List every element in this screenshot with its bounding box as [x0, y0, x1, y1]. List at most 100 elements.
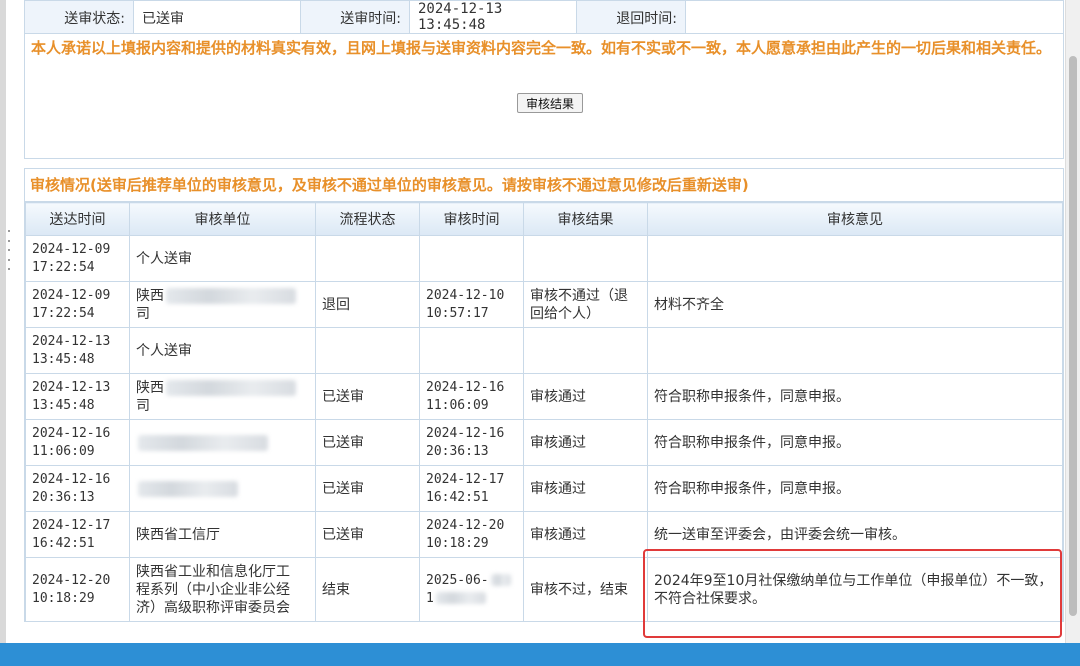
- send-time-label: 送审时间:: [300, 0, 410, 36]
- cell-review-time: 2024-12-10 10:57:17: [419, 281, 524, 328]
- submission-info-table: 送审状态: 已送审 送审时间: 2024-12-13 13:45:48 退回时间:: [24, 0, 1064, 36]
- cell-status: 已送审: [315, 465, 420, 512]
- unit-text-line2: 司: [136, 397, 150, 414]
- review-clock: 1: [426, 590, 434, 606]
- redacted-blur: [138, 480, 238, 497]
- vertical-scrollbar[interactable]: [1065, 0, 1080, 643]
- return-time-label: 退回时间:: [576, 0, 686, 36]
- cell-result: 审核通过: [523, 419, 648, 466]
- cell-unit: 陕西司: [129, 281, 316, 328]
- cell-arrive-time: 2024-12-13 13:45:48: [25, 373, 130, 420]
- unit-text: 个人送审: [136, 342, 192, 359]
- page-frame: 送审状态: 已送审 送审时间: 2024-12-13 13:45:48 退回时间:…: [0, 0, 1072, 643]
- cell-review-time: 2024-12-17 16:42:51: [419, 465, 524, 512]
- arrive-clock: 17:22:54: [32, 259, 95, 275]
- review-table-header: 送达时间 审核单位 流程状态 审核时间 审核结果 审核意见: [25, 202, 1063, 236]
- cell-unit: 陕西司: [129, 373, 316, 420]
- arrive-clock: 13:45:48: [32, 351, 95, 367]
- table-row: 2024-12-13 13:45:48 陕西司 已送审 2024-12-16 11:…: [25, 373, 1063, 420]
- resize-handle[interactable]: [6, 230, 12, 270]
- header-arrive-time: 送达时间: [25, 202, 130, 236]
- header-review-unit: 审核单位: [129, 202, 316, 236]
- review-clock: 20:36:13: [426, 443, 489, 459]
- redacted-blur: [138, 434, 268, 451]
- cell-result: 审核不过，结束: [523, 557, 648, 622]
- redacted-blur: [490, 574, 511, 586]
- review-date: 2024-12-20: [426, 517, 505, 533]
- cell-unit: 陕西省工信厅: [129, 511, 316, 558]
- cell-result: [523, 327, 648, 374]
- arrive-date: 2024-12-13: [32, 333, 111, 349]
- cell-status: [315, 327, 420, 374]
- cell-opinion: 材料不齐全: [647, 281, 1063, 328]
- send-time-clock: 13:45:48: [418, 17, 486, 33]
- cell-review-time: [419, 327, 524, 374]
- cell-status: 已送审: [315, 419, 420, 466]
- table-row: 2024-12-13 13:45:48 个人送审: [25, 327, 1063, 374]
- cell-arrive-time: 2024-12-13 13:45:48: [25, 327, 130, 374]
- arrive-clock: 17:22:54: [32, 305, 95, 321]
- promise-text: 本人承诺以上填报内容和提供的材料真实有效，且网上填报与送审资料内容完全一致。如有…: [31, 39, 1052, 57]
- header-review-time: 审核时间: [419, 202, 524, 236]
- cell-opinion: 符合职称申报条件，同意申报。: [647, 419, 1063, 466]
- cell-arrive-time: 2024-12-20 10:18:29: [25, 557, 130, 622]
- cell-result: 审核不通过（退回给个人）: [523, 281, 648, 328]
- cell-opinion: [647, 327, 1063, 374]
- cell-unit: 陕西省工业和信息化厅工 程系列（中小企业非公经 济）高级职称评审委员会: [129, 557, 316, 622]
- cell-result: 审核通过: [523, 465, 648, 512]
- arrive-clock: 13:45:48: [32, 397, 95, 413]
- cell-arrive-time: 2024-12-09 17:22:54: [25, 281, 130, 328]
- review-section: 审核情况(送审后推荐单位的审核意见，及审核不通过单位的审核意见。请按审核不通过意…: [24, 168, 1064, 622]
- cell-result: 审核通过: [523, 511, 648, 558]
- cell-opinion: 符合职称申报条件，同意申报。: [647, 373, 1063, 420]
- return-time-value: [685, 0, 1064, 36]
- review-clock: 10:57:17: [426, 305, 489, 321]
- cell-review-time: [419, 235, 524, 282]
- cell-status: 已送审: [315, 511, 420, 558]
- cell-opinion: [647, 235, 1063, 282]
- redacted-blur: [435, 592, 486, 604]
- review-date: 2024-12-10: [426, 287, 505, 303]
- table-row: 2024-12-20 10:18:29 陕西省工业和信息化厅工 程系列（中小企业非公…: [25, 557, 1063, 622]
- arrive-clock: 16:42:51: [32, 535, 95, 551]
- status-label: 送审状态:: [24, 0, 134, 36]
- redacted-blur: [166, 287, 296, 304]
- table-row: 2024-12-16 20:36:13 已送审 2024-12-17 16:42:5…: [25, 465, 1063, 512]
- cell-opinion: 符合职称申报条件，同意申报。: [647, 465, 1063, 512]
- cell-result: [523, 235, 648, 282]
- arrive-date: 2024-12-09: [32, 287, 111, 303]
- arrive-clock: 10:18:29: [32, 590, 95, 606]
- send-time-value: 2024-12-13 13:45:48: [409, 0, 577, 36]
- arrive-date: 2024-12-13: [32, 379, 111, 395]
- redacted-blur: [166, 379, 296, 396]
- cell-status: [315, 235, 420, 282]
- cell-arrive-time: 2024-12-16 20:36:13: [25, 465, 130, 512]
- header-review-result: 审核结果: [523, 202, 648, 236]
- send-time-date: 2024-12-13: [418, 1, 503, 17]
- review-date: 2025-06-: [426, 572, 489, 588]
- table-row: 2024-12-09 17:22:54 陕西司 退回 2024-12-10 10:5…: [25, 281, 1063, 328]
- cell-opinion: 统一送审至评委会，由评委会统一审核。: [647, 511, 1063, 558]
- unit-text: 陕西省工信厅: [136, 526, 220, 543]
- arrive-clock: 11:06:09: [32, 443, 95, 459]
- cell-unit: [129, 419, 316, 466]
- cell-status: 结束: [315, 557, 420, 622]
- table-row: 2024-12-16 11:06:09 已送审 2024-12-16 20:36:1…: [25, 419, 1063, 466]
- review-date: 2024-12-16: [426, 425, 505, 441]
- review-result-button[interactable]: 审核结果: [517, 93, 583, 113]
- cell-unit: 个人送审: [129, 327, 316, 374]
- cell-unit: [129, 465, 316, 512]
- review-table: 送达时间 审核单位 流程状态 审核时间 审核结果 审核意见 2024-12-09…: [25, 202, 1063, 622]
- scrollbar-thumb[interactable]: [1069, 56, 1077, 616]
- arrive-date: 2024-12-16: [32, 425, 111, 441]
- arrive-date: 2024-12-09: [32, 241, 111, 257]
- unit-text: 个人送审: [136, 250, 192, 267]
- promise-box: 本人承诺以上填报内容和提供的材料真实有效，且网上填报与送审资料内容完全一致。如有…: [24, 33, 1064, 159]
- table-row: 2024-12-17 16:42:51 陕西省工信厅 已送审 2024-12-20…: [25, 511, 1063, 558]
- unit-text-line2: 程系列（中小企业非公经: [136, 581, 290, 598]
- unit-text: 陕西: [136, 379, 164, 396]
- review-date: 2024-12-16: [426, 379, 505, 395]
- cell-status: 退回: [315, 281, 420, 328]
- arrive-date: 2024-12-17: [32, 517, 111, 533]
- cell-result: 审核通过: [523, 373, 648, 420]
